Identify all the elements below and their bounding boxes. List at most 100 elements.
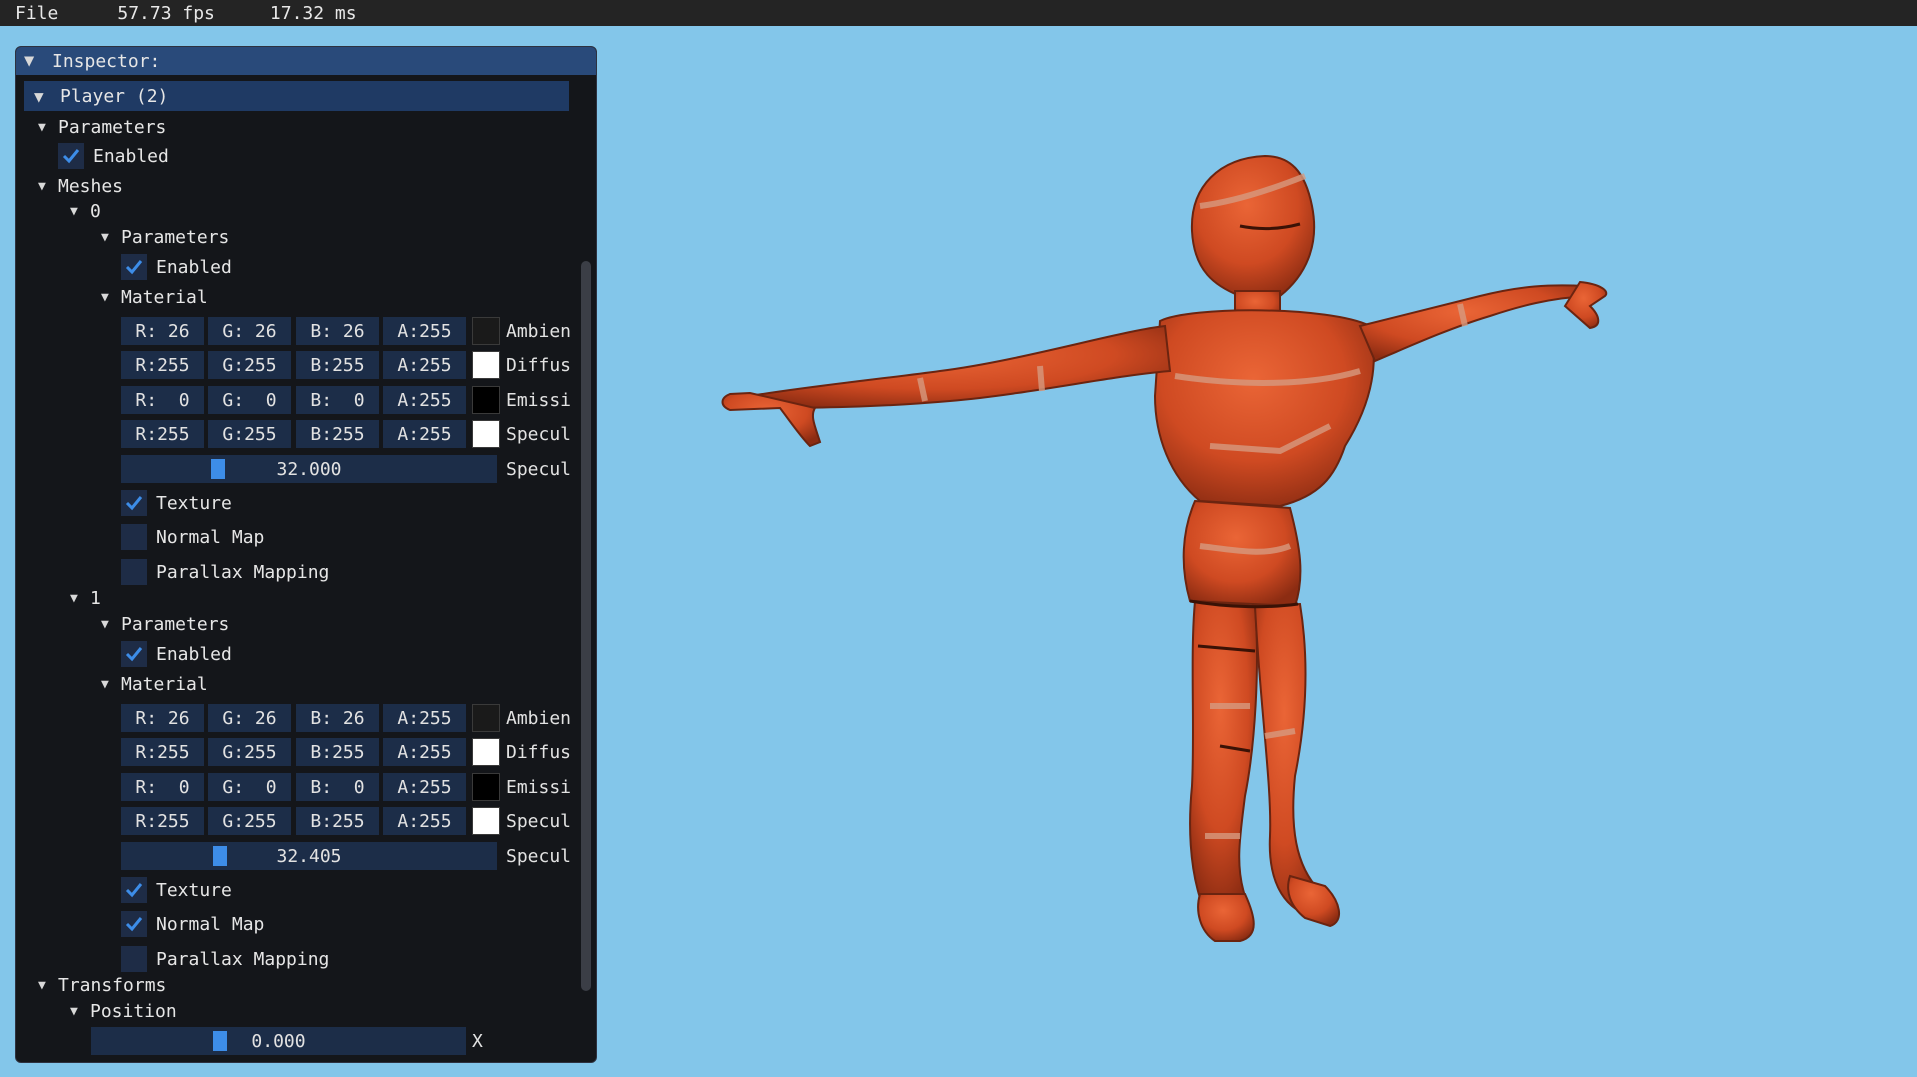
mesh-0-specular-b[interactable]: B:255 bbox=[296, 420, 379, 448]
mesh-1-enabled-checkbox[interactable] bbox=[121, 641, 147, 667]
mesh-1-shininess-slider[interactable]: 32.405 bbox=[121, 842, 497, 870]
checkmark-icon bbox=[125, 260, 143, 275]
collapse-triangle-icon[interactable]: ▼ bbox=[101, 290, 121, 305]
mesh-0-specular-swatch[interactable] bbox=[472, 420, 500, 448]
mesh-0-ambient-a[interactable]: A:255 bbox=[383, 317, 466, 345]
mesh-0-specular-a[interactable]: A:255 bbox=[383, 420, 466, 448]
collapse-triangle-icon[interactable]: ▼ bbox=[70, 1004, 90, 1019]
mesh-1-specular-g[interactable]: G:255 bbox=[208, 807, 291, 835]
mesh-1-ambient-swatch[interactable] bbox=[472, 704, 500, 732]
tree-node-transforms[interactable]: ▼ Transforms bbox=[38, 971, 166, 999]
mesh-0-emissive-swatch[interactable] bbox=[472, 386, 500, 414]
mesh-0-normal-map-checkbox[interactable] bbox=[121, 524, 147, 550]
mesh-0-specular-g[interactable]: G:255 bbox=[208, 420, 291, 448]
tree-node-parameters[interactable]: ▼ Parameters bbox=[38, 113, 166, 141]
collapse-triangle-icon[interactable]: ▼ bbox=[101, 230, 121, 245]
mesh-0-ambient-b[interactable]: B: 26 bbox=[296, 317, 379, 345]
mesh-0-diffuse-g[interactable]: G:255 bbox=[208, 351, 291, 379]
mesh-1-ambient-label: Ambien bbox=[506, 707, 572, 729]
slider-grab[interactable] bbox=[213, 846, 227, 866]
collapse-triangle-icon[interactable]: ▼ bbox=[34, 87, 60, 106]
mesh-1-ambient-r[interactable]: R: 26 bbox=[121, 704, 204, 732]
collapse-triangle-icon[interactable]: ▼ bbox=[101, 617, 121, 632]
mesh-0-parallax-row[interactable]: Parallax Mapping bbox=[121, 558, 329, 586]
mesh-1-emissive-a[interactable]: A:255 bbox=[383, 773, 466, 801]
enabled-checkbox[interactable] bbox=[58, 143, 84, 169]
inspector-titlebar[interactable]: ▼ Inspector: bbox=[16, 47, 596, 75]
mesh-0-ambient-g[interactable]: G: 26 bbox=[208, 317, 291, 345]
mesh-1-emissive-r[interactable]: R: 0 bbox=[121, 773, 204, 801]
mesh-0-normal-map-row[interactable]: Normal Map bbox=[121, 523, 264, 551]
tree-node-mesh-1-material[interactable]: ▼ Material bbox=[101, 670, 208, 698]
mesh-0-emissive-b[interactable]: B: 0 bbox=[296, 386, 379, 414]
tree-node-mesh-1-parameters[interactable]: ▼ Parameters bbox=[101, 610, 229, 638]
tree-node-position[interactable]: ▼ Position bbox=[70, 997, 177, 1025]
mesh-1-diffuse-swatch[interactable] bbox=[472, 738, 500, 766]
mesh-0-emissive-a[interactable]: A:255 bbox=[383, 386, 466, 414]
checkmark-icon bbox=[125, 496, 143, 511]
inspector-content: ▼ Player (2) ▼ Parameters Enabled ▼ Mesh… bbox=[16, 75, 576, 1062]
mesh-0-ambient-swatch[interactable] bbox=[472, 317, 500, 345]
mesh-0-diffuse-a[interactable]: A:255 bbox=[383, 351, 466, 379]
mesh-1-ambient-a[interactable]: A:255 bbox=[383, 704, 466, 732]
mesh-1-diffuse-r[interactable]: R:255 bbox=[121, 738, 204, 766]
mesh-1-emissive-b[interactable]: B: 0 bbox=[296, 773, 379, 801]
mesh-0-parallax-checkbox[interactable] bbox=[121, 559, 147, 585]
mesh-1-emissive-swatch[interactable] bbox=[472, 773, 500, 801]
mesh-0-texture-checkbox[interactable] bbox=[121, 490, 147, 516]
mesh-0-specular-r[interactable]: R:255 bbox=[121, 420, 204, 448]
mesh-0-diffuse-b[interactable]: B:255 bbox=[296, 351, 379, 379]
object-header[interactable]: ▼ Player (2) bbox=[24, 81, 569, 111]
mesh-1-specular-b[interactable]: B:255 bbox=[296, 807, 379, 835]
tree-node-mesh-0-parameters[interactable]: ▼ Parameters bbox=[101, 223, 229, 251]
mesh-1-diffuse-a[interactable]: A:255 bbox=[383, 738, 466, 766]
mesh-1-shininess-label: Specul bbox=[506, 845, 572, 867]
inspector-panel: ▼ Inspector: ▼ Player (2) ▼ Parameters E… bbox=[15, 46, 597, 1063]
mesh-0-enabled-row[interactable]: Enabled bbox=[121, 253, 232, 281]
mesh-1-texture-checkbox[interactable] bbox=[121, 877, 147, 903]
mesh-1-specular-r[interactable]: R:255 bbox=[121, 807, 204, 835]
collapse-triangle-icon[interactable]: ▼ bbox=[70, 204, 90, 219]
mesh-1-normal-map-row[interactable]: Normal Map bbox=[121, 910, 264, 938]
mesh-0-enabled-checkbox[interactable] bbox=[121, 254, 147, 280]
mesh-0-ambient-label: Ambien bbox=[506, 320, 572, 342]
mesh-1-parallax-row[interactable]: Parallax Mapping bbox=[121, 945, 329, 973]
mesh-1-emissive-g[interactable]: G: 0 bbox=[208, 773, 291, 801]
object-name: Player (2) bbox=[60, 85, 169, 107]
slider-grab[interactable] bbox=[211, 459, 225, 479]
mesh-1-diffuse-g[interactable]: G:255 bbox=[208, 738, 291, 766]
mesh-1-texture-row[interactable]: Texture bbox=[121, 876, 232, 904]
mesh-0-diffuse-r[interactable]: R:255 bbox=[121, 351, 204, 379]
collapse-triangle-icon[interactable]: ▼ bbox=[38, 179, 58, 194]
tree-node-meshes[interactable]: ▼ Meshes bbox=[38, 172, 123, 200]
checkmark-icon bbox=[125, 883, 143, 898]
mesh-1-specular-swatch[interactable] bbox=[472, 807, 500, 835]
scrollbar-thumb[interactable] bbox=[581, 261, 591, 991]
mesh-1-parallax-checkbox[interactable] bbox=[121, 946, 147, 972]
mesh-1-enabled-row[interactable]: Enabled bbox=[121, 640, 232, 668]
mesh-0-ambient-r[interactable]: R: 26 bbox=[121, 317, 204, 345]
tree-node-mesh-1[interactable]: ▼ 1 bbox=[70, 584, 101, 612]
mesh-0-shininess-slider[interactable]: 32.000 bbox=[121, 455, 497, 483]
mesh-1-ambient-b[interactable]: B: 26 bbox=[296, 704, 379, 732]
position-x-slider[interactable]: 0.000 bbox=[91, 1027, 466, 1055]
enabled-checkbox-row[interactable]: Enabled bbox=[58, 142, 169, 170]
mesh-1-normal-map-checkbox[interactable] bbox=[121, 911, 147, 937]
mesh-0-emissive-r[interactable]: R: 0 bbox=[121, 386, 204, 414]
collapse-triangle-icon[interactable]: ▼ bbox=[24, 51, 44, 71]
slider-grab[interactable] bbox=[213, 1031, 227, 1051]
menu-file[interactable]: File bbox=[15, 3, 58, 24]
mesh-0-emissive-g[interactable]: G: 0 bbox=[208, 386, 291, 414]
inspector-scrollbar[interactable] bbox=[578, 75, 594, 1062]
mesh-1-specular-a[interactable]: A:255 bbox=[383, 807, 466, 835]
collapse-triangle-icon[interactable]: ▼ bbox=[70, 591, 90, 606]
mesh-0-diffuse-swatch[interactable] bbox=[472, 351, 500, 379]
tree-node-mesh-0-material[interactable]: ▼ Material bbox=[101, 283, 208, 311]
mesh-1-ambient-g[interactable]: G: 26 bbox=[208, 704, 291, 732]
mesh-0-texture-row[interactable]: Texture bbox=[121, 489, 232, 517]
mesh-1-diffuse-b[interactable]: B:255 bbox=[296, 738, 379, 766]
collapse-triangle-icon[interactable]: ▼ bbox=[38, 120, 58, 135]
tree-node-mesh-0[interactable]: ▼ 0 bbox=[70, 197, 101, 225]
collapse-triangle-icon[interactable]: ▼ bbox=[101, 677, 121, 692]
collapse-triangle-icon[interactable]: ▼ bbox=[38, 978, 58, 993]
